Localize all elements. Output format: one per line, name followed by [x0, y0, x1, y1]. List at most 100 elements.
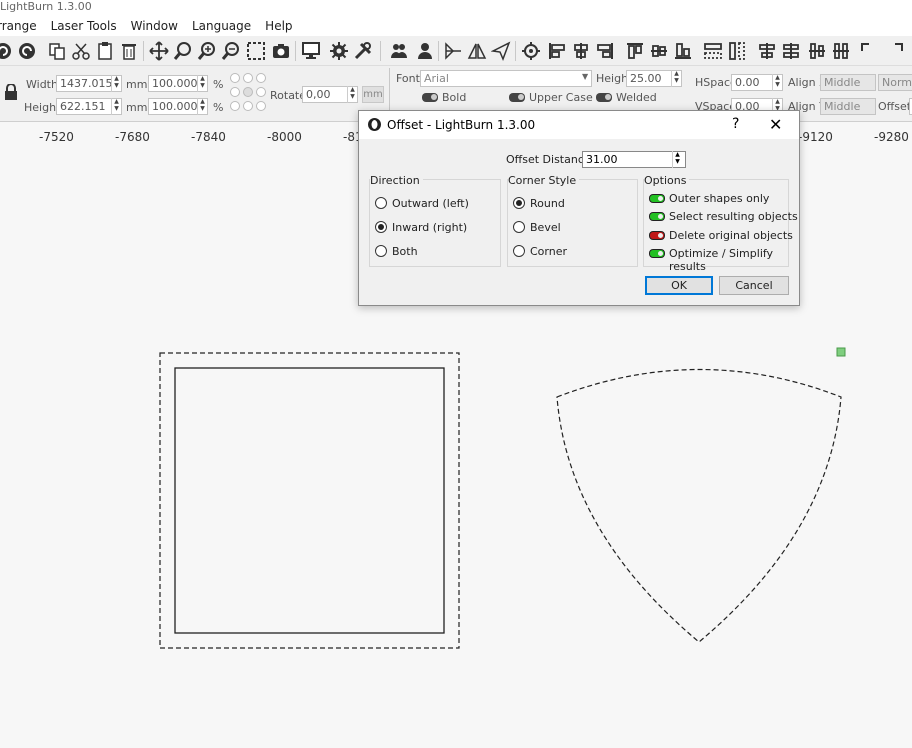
- ok-button[interactable]: OK: [645, 276, 713, 295]
- offset-dialog: Offset - LightBurn 1.3.00 ? ✕ Offset Dis…: [358, 110, 800, 306]
- target-icon[interactable]: [520, 40, 542, 62]
- delete-originals-label[interactable]: Delete original objects: [669, 229, 793, 242]
- radio-round-label[interactable]: Round: [530, 197, 565, 210]
- select-results-label[interactable]: Select resulting objects: [669, 210, 798, 223]
- corner-top-right-icon[interactable]: [884, 40, 906, 62]
- anchor-point[interactable]: [256, 101, 266, 111]
- frame-selection-icon[interactable]: [245, 40, 267, 62]
- delete-originals-toggle[interactable]: [649, 231, 665, 240]
- offset-square-outline[interactable]: [159, 352, 460, 649]
- optimize-label[interactable]: Optimize / Simplify results: [669, 247, 799, 273]
- corner-top-left-icon[interactable]: [858, 40, 880, 62]
- radio-inward[interactable]: [375, 221, 387, 233]
- height-spinner[interactable]: ▲ ▼: [111, 98, 121, 115]
- anchor-point[interactable]: [230, 101, 240, 111]
- menu-bar: rrange Laser Tools Window Language Help: [0, 16, 912, 36]
- radio-corner-label[interactable]: Corner: [530, 245, 567, 258]
- undo-icon[interactable]: [0, 40, 14, 62]
- anchor-point[interactable]: [230, 87, 240, 97]
- height-percent-spinner[interactable]: ▲ ▼: [197, 98, 207, 115]
- square-shape[interactable]: [174, 367, 445, 634]
- tools-wrench-icon[interactable]: [352, 40, 374, 62]
- offset-distance-input[interactable]: 31.00: [582, 151, 686, 168]
- cut-icon[interactable]: [70, 40, 92, 62]
- select-results-toggle[interactable]: [649, 212, 665, 221]
- align-y-select[interactable]: Middle: [820, 98, 876, 115]
- anchor-point-selected[interactable]: [243, 87, 253, 97]
- flip-horizontal-icon[interactable]: [442, 40, 464, 62]
- dock-v-center-icon[interactable]: [806, 40, 828, 62]
- rotate-spinner[interactable]: ▲ ▼: [347, 86, 357, 103]
- ruler-tick: -7680: [115, 130, 150, 144]
- align-bottom-icon[interactable]: [672, 40, 694, 62]
- menu-laser-tools[interactable]: Laser Tools: [51, 19, 117, 33]
- camera-icon[interactable]: [270, 40, 292, 62]
- menu-help[interactable]: Help: [265, 19, 292, 33]
- move-icon[interactable]: [148, 40, 170, 62]
- text-mode-select[interactable]: Normal: [878, 74, 912, 91]
- align-middle-icon[interactable]: [648, 40, 670, 62]
- outer-shapes-label[interactable]: Outer shapes only: [669, 192, 769, 205]
- height-label: Height: [24, 101, 61, 114]
- anchor-point[interactable]: [256, 73, 266, 83]
- units-button[interactable]: mm: [362, 86, 384, 103]
- copy-icon[interactable]: [46, 40, 68, 62]
- menu-arrange[interactable]: rrange: [0, 19, 37, 33]
- monitor-icon[interactable]: [300, 40, 322, 62]
- width-percent-spinner[interactable]: ▲ ▼: [197, 75, 207, 92]
- lock-icon[interactable]: [4, 83, 18, 100]
- hspace-spinner[interactable]: ▲ ▼: [772, 74, 782, 91]
- offset-distance-spinner[interactable]: ▲ ▼: [672, 151, 682, 168]
- radio-both-label[interactable]: Both: [392, 245, 418, 258]
- help-button[interactable]: ?: [732, 116, 739, 132]
- align-left-icon[interactable]: [546, 40, 568, 62]
- send-icon[interactable]: [490, 40, 512, 62]
- radio-both[interactable]: [375, 245, 387, 257]
- paste-icon[interactable]: [94, 40, 116, 62]
- width-spinner[interactable]: ▲ ▼: [111, 75, 121, 92]
- radio-corner[interactable]: [513, 245, 525, 257]
- text-height-spinner[interactable]: ▲ ▼: [671, 70, 681, 87]
- radio-bevel-label[interactable]: Bevel: [530, 221, 561, 234]
- anchor-point[interactable]: [243, 101, 253, 111]
- redo-icon[interactable]: [16, 40, 38, 62]
- radio-round[interactable]: [513, 197, 525, 209]
- mirror-icon[interactable]: [466, 40, 488, 62]
- dock-v-edge-icon[interactable]: [830, 40, 852, 62]
- anchor-point[interactable]: [243, 73, 253, 83]
- group-icon[interactable]: [388, 40, 410, 62]
- outer-shapes-toggle[interactable]: [649, 194, 665, 203]
- radio-bevel[interactable]: [513, 221, 525, 233]
- welded-toggle[interactable]: [596, 93, 612, 102]
- menu-language[interactable]: Language: [192, 19, 251, 33]
- radio-outward-label[interactable]: Outward (left): [392, 197, 469, 210]
- bold-toggle[interactable]: [422, 93, 438, 102]
- zoom-pan-icon[interactable]: [172, 40, 194, 62]
- menu-window[interactable]: Window: [131, 19, 178, 33]
- anchor-point[interactable]: [230, 73, 240, 83]
- ungroup-icon[interactable]: [414, 40, 436, 62]
- dock-h-center-icon[interactable]: [756, 40, 778, 62]
- cancel-button[interactable]: Cancel: [719, 276, 789, 295]
- dock-h-edge-icon[interactable]: [780, 40, 802, 62]
- align-center-icon[interactable]: [570, 40, 592, 62]
- selection-handle[interactable]: [836, 347, 846, 357]
- zoom-in-icon[interactable]: [196, 40, 218, 62]
- radio-inward-label[interactable]: Inward (right): [392, 221, 467, 234]
- anchor-point[interactable]: [256, 87, 266, 97]
- delete-icon[interactable]: [118, 40, 140, 62]
- align-x-select[interactable]: Middle: [820, 74, 876, 91]
- align-top-icon[interactable]: [624, 40, 646, 62]
- offset-label: Offset: [878, 100, 912, 113]
- close-icon[interactable]: ✕: [769, 115, 782, 134]
- distribute-horizontal-icon[interactable]: [702, 40, 724, 62]
- font-select[interactable]: Arial: [420, 70, 592, 87]
- reuleaux-triangle-shape[interactable]: [556, 368, 842, 643]
- align-right-icon[interactable]: [594, 40, 616, 62]
- optimize-toggle[interactable]: [649, 249, 665, 258]
- radio-outward[interactable]: [375, 197, 387, 209]
- uppercase-toggle[interactable]: [509, 93, 525, 102]
- distribute-vertical-icon[interactable]: [726, 40, 748, 62]
- zoom-out-icon[interactable]: [220, 40, 242, 62]
- settings-gear-icon[interactable]: [328, 40, 350, 62]
